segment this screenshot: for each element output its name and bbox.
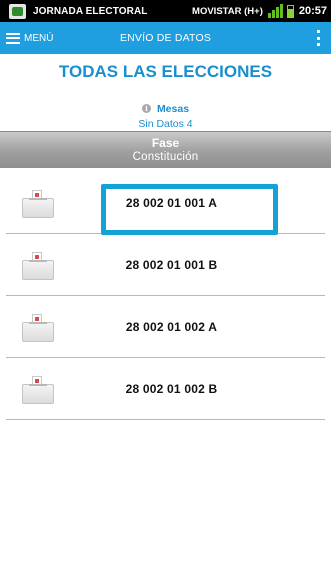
list-item-mesa[interactable]: 28 002 01 001 A xyxy=(6,172,325,234)
carrier-label: MOVISTAR (H+) xyxy=(192,5,263,17)
status-bar: JORNADA ELECTORAL MOVISTAR (H+) 20:57 xyxy=(0,0,331,22)
status-right: MOVISTAR (H+) 20:57 xyxy=(192,0,327,22)
signal-icon xyxy=(267,4,283,18)
more-vert-icon[interactable] xyxy=(315,30,321,46)
mesas-summary: i Mesas Sin Datos 4 xyxy=(0,98,331,131)
mesa-id: 28 002 01 002 A xyxy=(125,320,218,334)
fase-value: Constitución xyxy=(132,151,199,163)
mesas-label: Mesas xyxy=(156,102,190,115)
mesa-id: 28 002 01 001 B xyxy=(125,258,218,272)
list-item-mesa[interactable]: 28 002 01 002 B xyxy=(6,358,325,420)
hamburger-icon xyxy=(6,32,20,44)
mesa-id: 28 002 01 001 A xyxy=(125,196,218,210)
list-item-mesa[interactable]: 28 002 01 002 A xyxy=(6,296,325,358)
mesa-id: 28 002 01 002 B xyxy=(125,382,218,396)
list-item-mesa[interactable]: 28 002 01 001 B xyxy=(6,234,325,296)
clock: 20:57 xyxy=(298,5,327,17)
info-icon: i xyxy=(141,104,151,113)
battery-icon xyxy=(286,4,294,18)
menu-label: MENÚ xyxy=(24,32,54,44)
page-title: TODAS LAS ELECCIONES xyxy=(58,62,273,81)
action-bar: MENÚ ENVÍO DE DATOS xyxy=(0,22,331,54)
app-notification-icon xyxy=(9,3,26,19)
fase-label: Fase xyxy=(151,136,180,150)
mesas-status: Sin Datos 4 xyxy=(138,118,193,130)
menu-button[interactable]: MENÚ xyxy=(0,22,53,54)
status-app-name: JORNADA ELECTORAL xyxy=(33,5,148,17)
mesas-list: 28 002 01 001 A 28 002 01 001 B 28 002 0… xyxy=(0,172,331,420)
fase-header: Fase Constitución xyxy=(0,131,331,168)
